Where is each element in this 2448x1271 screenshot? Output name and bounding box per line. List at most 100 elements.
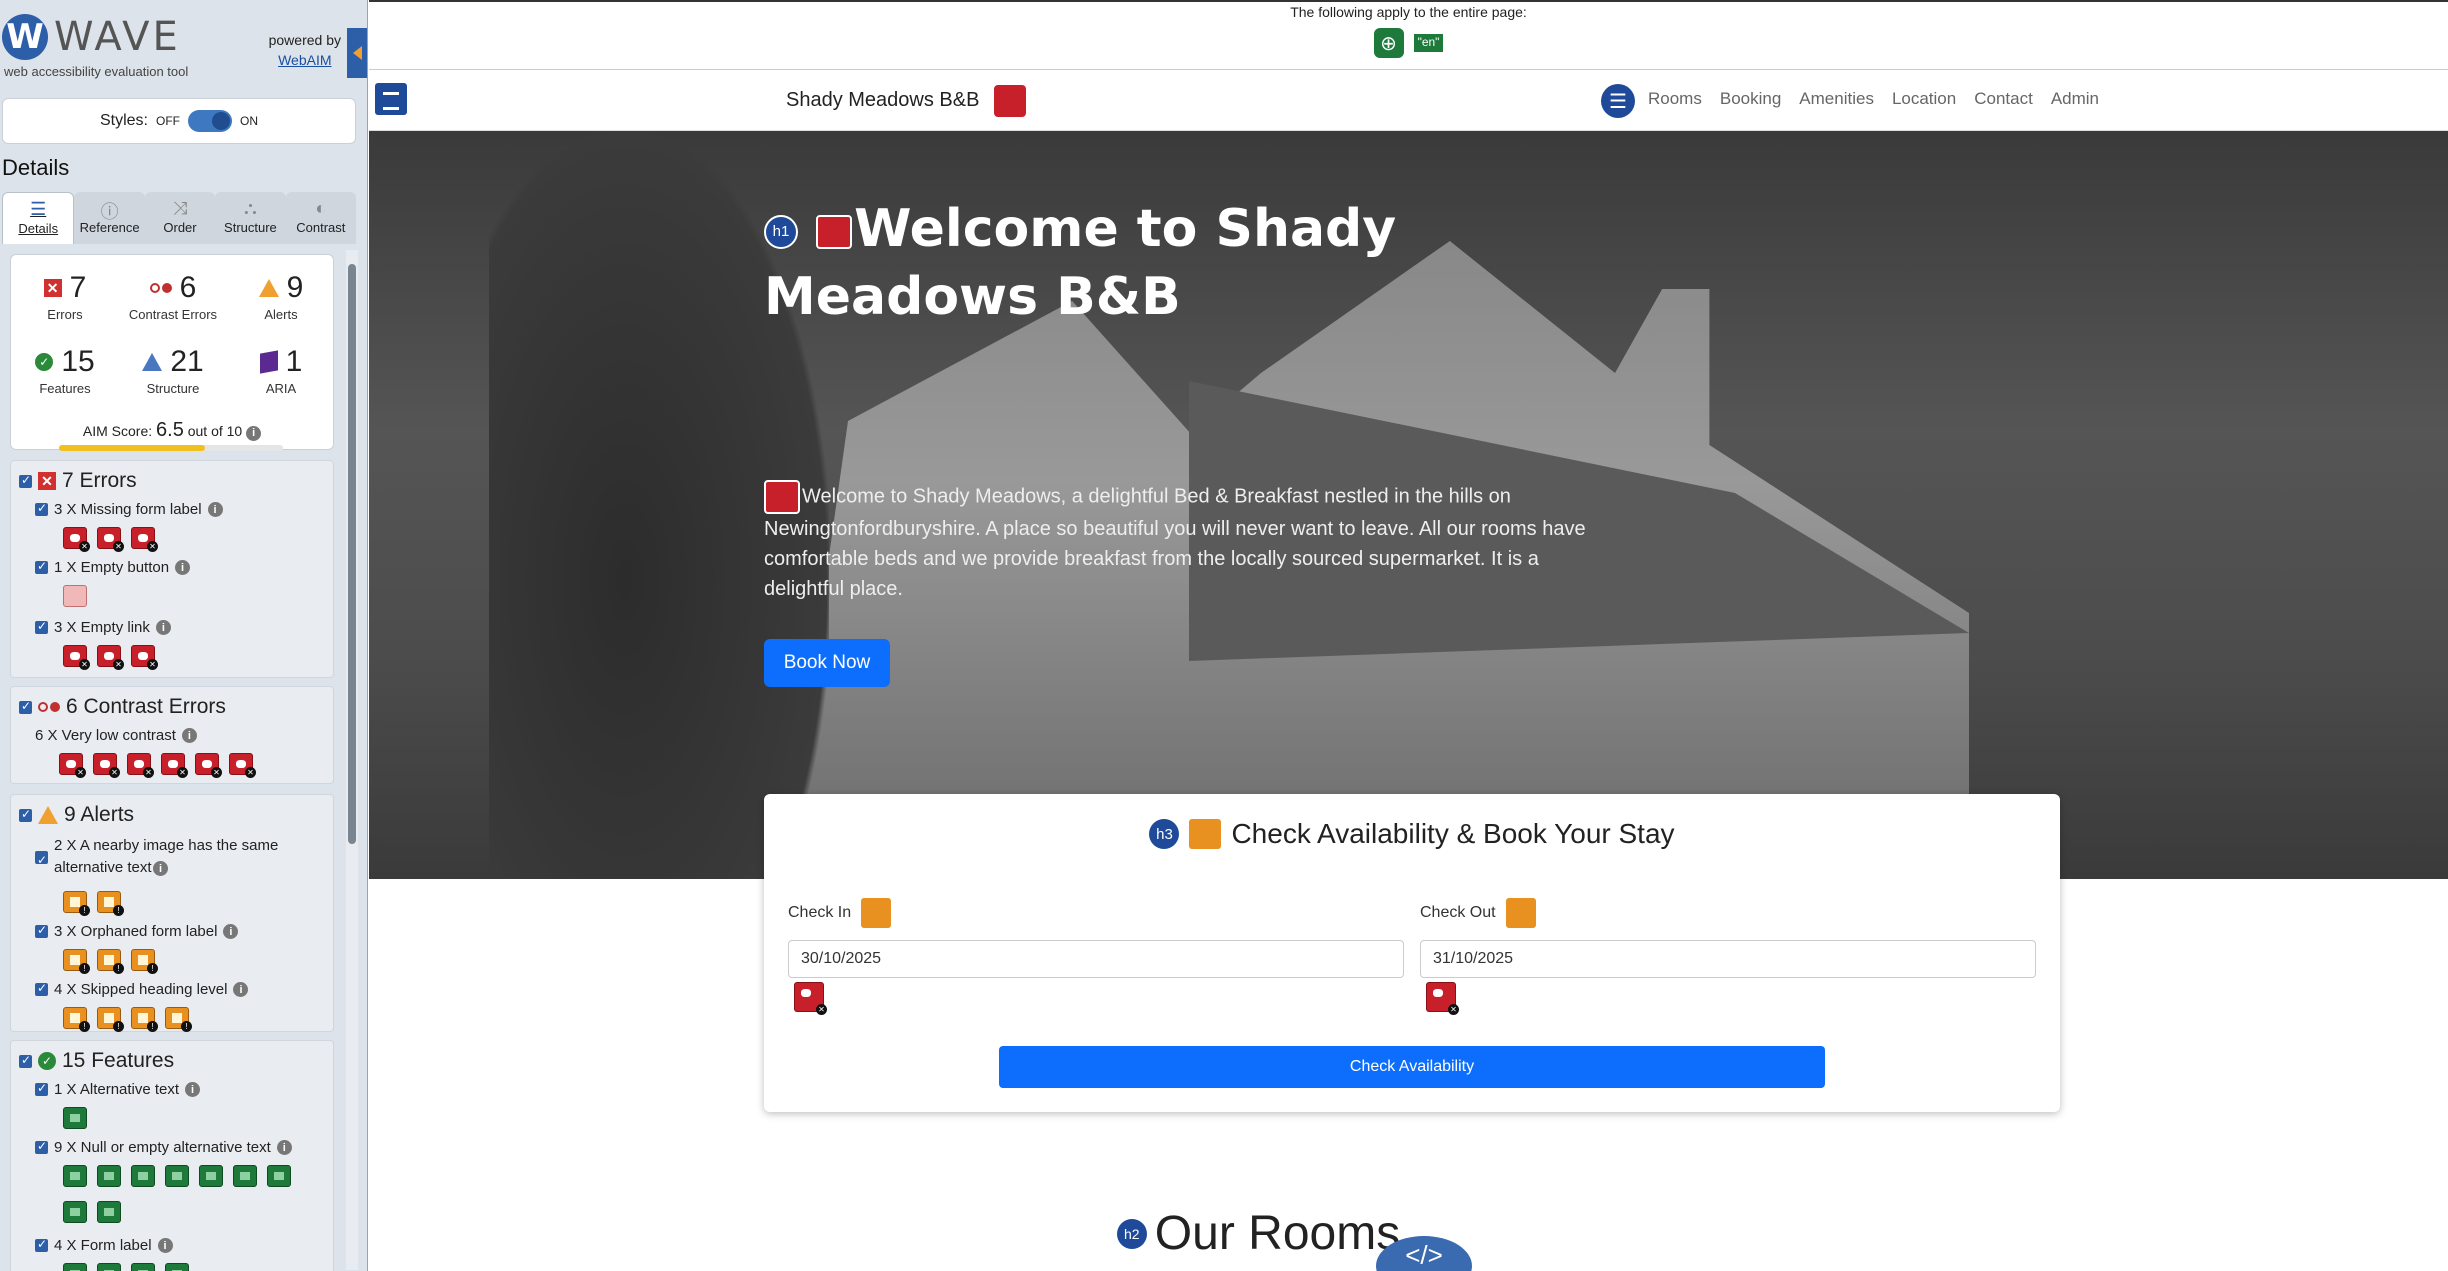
h1-badge[interactable]: h1 (764, 215, 798, 249)
form-label-icon[interactable] (97, 1263, 121, 1271)
webaim-link[interactable]: WebAIM (269, 50, 341, 70)
empty-button-icon[interactable] (63, 585, 87, 607)
info-icon[interactable]: i (155, 620, 171, 635)
missing-label-icon[interactable]: ✕ (97, 527, 124, 552)
tab-order[interactable]: ⤨ Order (144, 192, 216, 244)
tab-reference[interactable]: ⓘ Reference (74, 192, 145, 244)
orphaned-label-icon[interactable] (1505, 898, 1536, 928)
item-checkbox[interactable] (35, 559, 48, 574)
book-now-button[interactable]: Book Now (764, 639, 890, 687)
item-checkbox[interactable] (35, 981, 48, 996)
null-alt-icon[interactable] (233, 1165, 257, 1187)
item-checkbox[interactable] (35, 923, 48, 938)
missing-label-icon[interactable]: ✕ (794, 982, 827, 1015)
empty-link-icon[interactable]: ✕ (97, 645, 124, 670)
null-alt-icon[interactable] (97, 1201, 121, 1223)
orphaned-label-icon[interactable]: ! (63, 949, 90, 974)
null-alt-icon[interactable] (63, 1201, 87, 1223)
check-availability-button[interactable]: Check Availability (999, 1046, 1825, 1088)
info-icon[interactable]: i (223, 924, 239, 939)
missing-label-icon[interactable]: ✕ (63, 527, 90, 552)
info-icon[interactable]: i (175, 560, 191, 575)
contrast-error-icon[interactable] (816, 215, 853, 249)
low-contrast-icon[interactable]: ✕ (127, 753, 154, 778)
item-checkbox[interactable] (35, 619, 48, 634)
stat-aria[interactable]: 1 ARIA (227, 345, 335, 396)
null-alt-icon[interactable] (267, 1165, 291, 1187)
info-icon[interactable]: i (157, 1238, 173, 1253)
tab-structure[interactable]: ⛬ Structure (215, 192, 286, 244)
nav-link-amenities[interactable]: Amenities (1799, 89, 1874, 109)
errors-checkbox[interactable] (19, 473, 32, 488)
null-alt-icon[interactable] (131, 1165, 155, 1187)
null-alt-icon[interactable] (199, 1165, 223, 1187)
item-checkbox[interactable] (35, 1081, 48, 1096)
h2-badge[interactable]: h2 (1116, 1218, 1147, 1249)
globe-icon[interactable]: ⊕ (1373, 28, 1404, 58)
info-icon[interactable]: i (246, 425, 262, 441)
scrollbar[interactable] (346, 250, 358, 1270)
low-contrast-icon[interactable]: ✕ (195, 753, 222, 778)
item-checkbox[interactable] (35, 1139, 48, 1154)
nav-link-booking[interactable]: Booking (1720, 89, 1781, 109)
low-contrast-icon[interactable]: ✕ (229, 753, 256, 778)
null-alt-icon[interactable] (165, 1165, 189, 1187)
check-in-input[interactable]: 30/10/2025 (788, 940, 1404, 978)
orphaned-label-icon[interactable] (861, 898, 892, 928)
nav-link-admin[interactable]: Admin (2051, 89, 2099, 109)
stat-errors[interactable]: ✕ 7 Errors (11, 271, 119, 322)
skipped-heading-icon[interactable]: ! (131, 1007, 158, 1032)
low-contrast-icon[interactable]: ✕ (59, 753, 86, 778)
alt-text-icon[interactable] (63, 1107, 87, 1129)
styles-toggle[interactable] (188, 110, 232, 132)
info-icon[interactable]: i (207, 502, 223, 517)
redundant-alt-icon[interactable]: ! (97, 891, 124, 916)
item-checkbox[interactable] (35, 849, 48, 871)
low-contrast-icon[interactable]: ✕ (161, 753, 188, 778)
tab-contrast[interactable]: ◐ Contrast (285, 192, 357, 244)
features-checkbox[interactable] (19, 1053, 32, 1068)
missing-label-icon[interactable]: ✕ (1426, 982, 1459, 1015)
form-label-icon[interactable] (165, 1263, 189, 1271)
form-label-icon[interactable] (131, 1263, 155, 1271)
info-icon[interactable]: i (276, 1140, 292, 1155)
list-structure-icon[interactable]: ☰ (1601, 84, 1635, 118)
h3-badge[interactable]: h3 (1149, 819, 1180, 849)
contrast-checkbox[interactable] (19, 699, 32, 714)
css-toggle-icon[interactable] (375, 83, 407, 115)
scrollbar-thumb[interactable] (348, 264, 356, 844)
info-icon[interactable]: i (153, 861, 168, 876)
orphaned-label-icon[interactable]: ! (97, 949, 124, 974)
skipped-heading-icon[interactable]: ! (165, 1007, 192, 1032)
collapse-sidebar-button[interactable] (347, 28, 367, 78)
empty-link-icon[interactable]: ✕ (131, 645, 158, 670)
missing-label-icon[interactable]: ✕ (131, 527, 158, 552)
orphaned-label-icon[interactable]: ! (131, 949, 158, 974)
stat-contrast[interactable]: 6 Contrast Errors (119, 271, 227, 322)
stat-structure[interactable]: 21 Structure (119, 345, 227, 396)
stat-features[interactable]: ✓ 15 Features (11, 345, 119, 396)
skipped-heading-icon[interactable] (1189, 819, 1222, 849)
brand-link[interactable]: Shady Meadows B&B (786, 89, 979, 112)
nav-link-rooms[interactable]: Rooms (1648, 89, 1702, 109)
nav-link-contact[interactable]: Contact (1974, 89, 2033, 109)
item-checkbox[interactable] (35, 1237, 48, 1252)
empty-link-error-icon[interactable] (994, 85, 1026, 117)
info-icon[interactable]: i (185, 1082, 201, 1097)
language-badge[interactable]: "en" (1413, 34, 1444, 52)
info-icon[interactable]: i (181, 728, 197, 743)
skipped-heading-icon[interactable]: ! (97, 1007, 124, 1032)
stat-alerts[interactable]: 9 Alerts (227, 271, 335, 322)
item-checkbox[interactable] (35, 501, 48, 516)
nav-link-location[interactable]: Location (1892, 89, 1956, 109)
alerts-checkbox[interactable] (19, 807, 32, 822)
null-alt-icon[interactable] (63, 1165, 87, 1187)
low-contrast-icon[interactable]: ✕ (93, 753, 120, 778)
contrast-error-icon[interactable] (764, 480, 800, 514)
details-panel[interactable]: ✕ 7 Errors 6 Contrast Errors 9 Alerts ✓ 15… (2, 246, 358, 1271)
null-alt-icon[interactable] (97, 1165, 121, 1187)
info-icon[interactable]: i (233, 982, 249, 997)
check-out-input[interactable]: 31/10/2025 (1420, 940, 2036, 978)
form-label-icon[interactable] (63, 1263, 87, 1271)
skipped-heading-icon[interactable]: ! (63, 1007, 90, 1032)
